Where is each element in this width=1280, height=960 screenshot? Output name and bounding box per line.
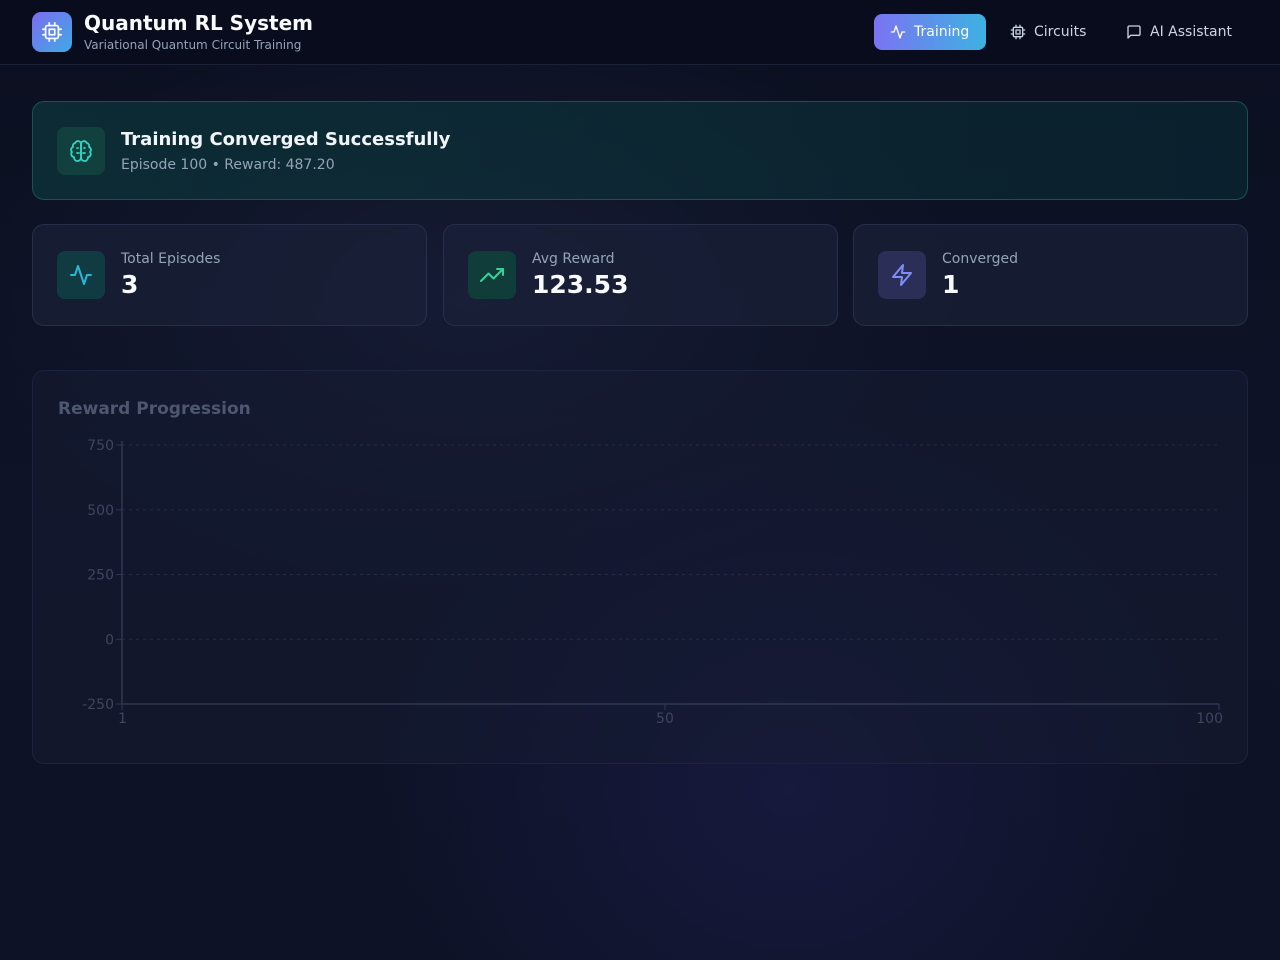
activity-icon xyxy=(57,251,105,299)
stat-card-converged: Converged 1 xyxy=(853,224,1248,326)
stat-value: 123.53 xyxy=(532,270,629,299)
tab-ai-assistant-label: AI Assistant xyxy=(1150,24,1232,40)
stat-label: Total Episodes xyxy=(121,251,221,267)
y-tick-label: -250 xyxy=(82,697,114,713)
x-tick-label: 1 xyxy=(118,711,127,727)
reward-chart-card: Reward Progression 750 500 250 0 -250 1 50 100 xyxy=(32,370,1248,764)
message-square-icon xyxy=(1127,25,1141,39)
tab-circuits[interactable]: Circuits xyxy=(994,14,1102,50)
stat-value: 1 xyxy=(942,270,960,299)
tab-training-label: Training xyxy=(914,24,970,40)
stat-label: Converged xyxy=(942,251,1019,267)
stat-card-total-episodes: Total Episodes 3 xyxy=(32,224,427,326)
banner-subtitle: Episode 100 • Reward: 487.20 xyxy=(121,157,335,173)
app-subtitle: Variational Quantum Circuit Training xyxy=(84,38,302,52)
tab-circuits-label: Circuits xyxy=(1034,24,1087,40)
app-title: Quantum RL System xyxy=(84,11,313,35)
zap-icon xyxy=(878,251,926,299)
x-tick-label: 100 xyxy=(1196,711,1223,727)
brain-icon xyxy=(57,127,105,175)
top-bar: Quantum RL System Variational Quantum Ci… xyxy=(0,0,1280,65)
cpu-icon xyxy=(1010,24,1026,40)
y-tick-label: 500 xyxy=(87,503,114,519)
y-tick-label: 0 xyxy=(105,632,114,648)
x-tick-label: 50 xyxy=(656,711,674,727)
y-tick-label: 250 xyxy=(87,568,114,584)
stat-value: 3 xyxy=(121,270,139,299)
trending-up-icon xyxy=(468,251,516,299)
banner-title: Training Converged Successfully xyxy=(121,129,451,150)
stat-card-avg-reward: Avg Reward 123.53 xyxy=(443,224,838,326)
convergence-banner: Training Converged Successfully Episode … xyxy=(32,101,1248,200)
cpu-icon xyxy=(32,12,72,52)
tab-ai-assistant[interactable]: AI Assistant xyxy=(1110,14,1248,50)
tab-training[interactable]: Training xyxy=(874,14,986,50)
reward-chart: 750 500 250 0 -2501 50 100 xyxy=(82,438,1223,727)
y-tick-label: 750 xyxy=(87,438,114,454)
activity-icon xyxy=(890,25,906,39)
stat-label: Avg Reward xyxy=(532,251,615,267)
